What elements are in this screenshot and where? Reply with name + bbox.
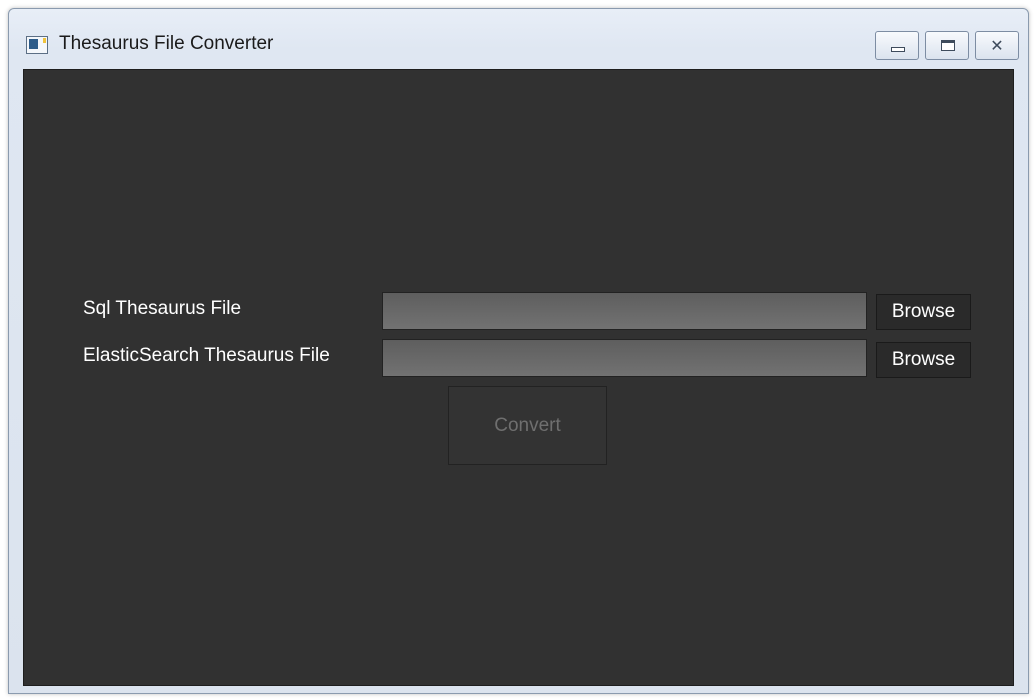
app-icon-screen (29, 39, 38, 49)
window-title: Thesaurus File Converter (59, 33, 274, 54)
title-bar[interactable]: Thesaurus File Converter ✕ (9, 9, 1028, 69)
sql-thesaurus-label: Sql Thesaurus File (83, 298, 242, 319)
minimize-button[interactable] (875, 31, 919, 60)
maximize-icon (941, 40, 955, 51)
elasticsearch-thesaurus-path-input[interactable] (382, 339, 867, 377)
minimize-icon (891, 47, 905, 52)
elasticsearch-browse-button[interactable]: Browse (876, 342, 971, 378)
sql-browse-button[interactable]: Browse (876, 294, 971, 330)
close-icon: ✕ (990, 36, 1004, 55)
convert-button[interactable]: Convert (448, 386, 607, 465)
elasticsearch-thesaurus-label: ElasticSearch Thesaurus File (83, 345, 330, 366)
client-area: Sql Thesaurus File Browse ElasticSearch … (23, 69, 1014, 686)
app-window: Thesaurus File Converter ✕ Sql Thesaurus… (8, 8, 1029, 694)
caption-buttons: ✕ (869, 31, 1019, 61)
app-window-icon[interactable] (26, 36, 48, 54)
sql-thesaurus-path-input[interactable] (382, 292, 867, 330)
app-icon-mark (43, 38, 46, 43)
close-button[interactable]: ✕ (975, 31, 1019, 60)
maximize-button[interactable] (925, 31, 969, 60)
